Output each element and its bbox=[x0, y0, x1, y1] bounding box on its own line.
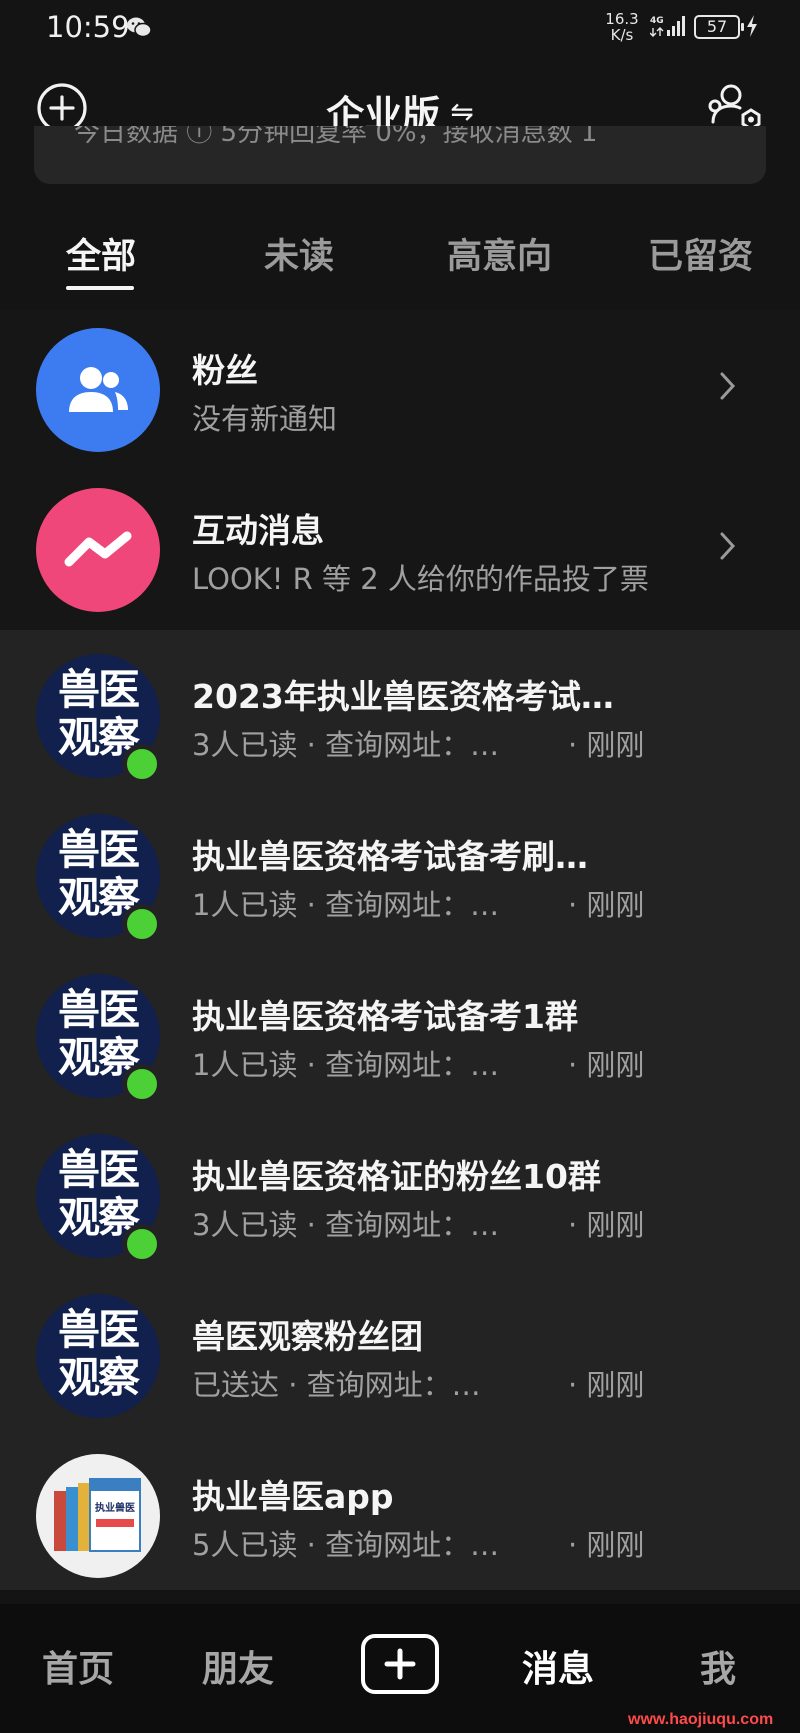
chat-row[interactable]: 兽医 观察 2023年执业兽医资格考试… 3人已读 · 查询网址：… · 刚刚 bbox=[0, 636, 800, 796]
active-tab-indicator bbox=[66, 286, 134, 290]
logo-line-1: 兽医 bbox=[57, 1145, 140, 1194]
chat-preview: 5人已读 · 查询网址：… bbox=[192, 1528, 500, 1562]
chat-title: 兽医观察粉丝团 bbox=[192, 1317, 423, 1356]
chat-time: · 刚刚 bbox=[568, 1208, 645, 1242]
chat-title: 执业兽医资格考试备考刷… bbox=[192, 837, 588, 876]
tab-high-intent[interactable]: 高意向 bbox=[447, 228, 552, 279]
chat-time: · 刚刚 bbox=[568, 1368, 645, 1402]
interactions-subtitle: LOOK! R 等 2 人给你的作品投了票 bbox=[192, 562, 649, 596]
chat-time: · 刚刚 bbox=[568, 888, 645, 922]
interactions-title: 互动消息 bbox=[192, 511, 324, 550]
interactions-avatar bbox=[36, 488, 160, 612]
today-stats-card[interactable]: 今日数据 ⓘ 5分钟回复率 0%，接收消息数 1 bbox=[34, 126, 766, 184]
logo-line-1: 兽医 bbox=[57, 825, 140, 874]
system-notifications: 粉丝 没有新通知 互动消息 LOOK! R 等 2 人给你的作品投了票 bbox=[0, 310, 800, 630]
fans-subtitle: 没有新通知 bbox=[192, 402, 338, 436]
chat-preview: 已送达 · 查询网址：… bbox=[192, 1368, 481, 1402]
nav-me[interactable]: 我 bbox=[700, 1640, 736, 1692]
today-stats-text: 今日数据 ⓘ 5分钟回复率 0%，接收消息数 1 bbox=[74, 126, 598, 148]
create-post-button[interactable] bbox=[361, 1634, 439, 1694]
chat-preview: 3人已读 · 查询网址：… bbox=[192, 728, 500, 762]
plus-icon bbox=[384, 1648, 416, 1680]
book-stack-icon: 执业兽医 bbox=[54, 1478, 141, 1552]
online-status-dot bbox=[122, 1224, 162, 1264]
online-status-dot bbox=[122, 904, 162, 944]
logo-line-1: 兽医 bbox=[57, 665, 140, 714]
tab-info-left[interactable]: 已留资 bbox=[648, 228, 753, 279]
network-speed-value: 16.3 bbox=[605, 10, 639, 28]
chat-list: 兽医 观察 2023年执业兽医资格考试… 3人已读 · 查询网址：… · 刚刚 … bbox=[0, 630, 800, 1590]
fans-title: 粉丝 bbox=[192, 351, 258, 390]
nav-friends[interactable]: 朋友 bbox=[202, 1640, 274, 1692]
chat-time: · 刚刚 bbox=[568, 728, 645, 762]
watermark-text: www.haojiuqu.com bbox=[628, 1711, 774, 1728]
filter-tabs: 全部 未读 高意向 已留资 bbox=[0, 222, 800, 292]
fans-avatar bbox=[36, 328, 160, 452]
chat-preview: 3人已读 · 查询网址：… bbox=[192, 1208, 500, 1242]
chat-title: 执业兽医资格证的粉丝10群 bbox=[192, 1157, 601, 1196]
chat-time: · 刚刚 bbox=[568, 1048, 645, 1082]
chat-preview: 1人已读 · 查询网址：… bbox=[192, 888, 500, 922]
chat-time: · 刚刚 bbox=[568, 1528, 645, 1562]
chat-row[interactable]: 兽医 观察 执业兽医资格考试备考刷… 1人已读 · 查询网址：… · 刚刚 bbox=[0, 796, 800, 956]
chat-row[interactable]: 执业兽医 执业兽医app 5人已读 · 查询网址：… · 刚刚 bbox=[0, 1436, 800, 1596]
fans-icon bbox=[69, 367, 128, 412]
network-speed-unit: K/s bbox=[610, 26, 634, 44]
nav-home[interactable]: 首页 bbox=[42, 1640, 114, 1692]
chat-avatar: 兽医 观察 bbox=[36, 1294, 160, 1418]
tab-unread[interactable]: 未读 bbox=[264, 228, 334, 279]
chat-title: 执业兽医app bbox=[192, 1477, 394, 1516]
online-status-dot bbox=[122, 1064, 162, 1104]
chat-row[interactable]: 兽医 观察 兽医观察粉丝团 已送达 · 查询网址：… · 刚刚 bbox=[0, 1276, 800, 1436]
chevron-right-icon bbox=[718, 370, 738, 406]
charging-bolt-icon bbox=[745, 14, 759, 42]
battery-icon: 57 bbox=[694, 15, 744, 39]
svg-text:4G: 4G bbox=[650, 16, 664, 26]
interaction-icon bbox=[64, 531, 132, 567]
interactions-row[interactable]: 互动消息 LOOK! R 等 2 人给你的作品投了票 bbox=[0, 470, 800, 630]
chat-title: 2023年执业兽医资格考试… bbox=[192, 677, 614, 716]
logo-line-1: 兽医 bbox=[57, 1305, 140, 1354]
chevron-right-icon bbox=[718, 530, 738, 566]
network-speed: 16.3 K/s bbox=[602, 11, 642, 43]
wechat-notification-icon bbox=[126, 16, 152, 42]
chat-row[interactable]: 兽医 观察 执业兽医资格证的粉丝10群 3人已读 · 查询网址：… · 刚刚 bbox=[0, 1116, 800, 1276]
nav-messages[interactable]: 消息 bbox=[522, 1640, 594, 1692]
tab-all[interactable]: 全部 bbox=[66, 228, 136, 279]
fans-row[interactable]: 粉丝 没有新通知 bbox=[0, 310, 800, 470]
status-time: 10:59 bbox=[46, 10, 130, 44]
book-cover-text: 执业兽医 bbox=[95, 1501, 135, 1514]
online-status-dot bbox=[122, 744, 162, 784]
switch-arrows-icon: ⇋ bbox=[450, 95, 474, 128]
chat-avatar: 执业兽医 bbox=[36, 1454, 160, 1578]
chat-preview: 1人已读 · 查询网址：… bbox=[192, 1048, 500, 1082]
chat-row[interactable]: 兽医 观察 执业兽医资格考试备考1群 1人已读 · 查询网址：… · 刚刚 bbox=[0, 956, 800, 1116]
logo-line-1: 兽医 bbox=[57, 985, 140, 1034]
logo-line-2: 观察 bbox=[57, 1353, 140, 1402]
status-bar: 10:59 16.3 K/s 4G 57 bbox=[0, 0, 800, 56]
chat-title: 执业兽医资格考试备考1群 bbox=[192, 997, 578, 1036]
signal-icon: 4G bbox=[649, 14, 690, 42]
